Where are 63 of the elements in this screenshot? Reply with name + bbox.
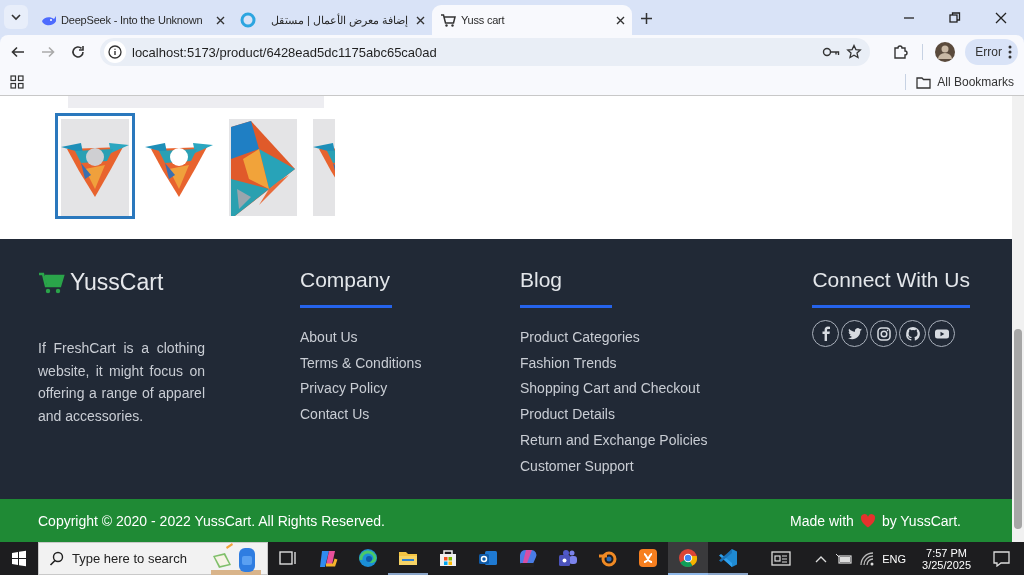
more-icon: [1008, 45, 1012, 59]
bookmarks-folder[interactable]: All Bookmarks: [912, 74, 1018, 90]
cart-icon: [38, 270, 66, 294]
news-button[interactable]: [769, 550, 794, 567]
footer-link[interactable]: Fashion Trends: [520, 350, 813, 377]
app-icon: [637, 546, 659, 569]
windows-logo-icon: [11, 550, 27, 567]
made-with-text: Made with: [790, 512, 854, 529]
search-bar[interactable]: Type here to search: [38, 542, 268, 575]
camera-icon: [875, 325, 892, 342]
search-input[interactable]: Type here to search: [72, 551, 203, 566]
author-text: by YussCart.: [881, 512, 961, 529]
footer-link[interactable]: Privacy Policy: [300, 376, 520, 403]
ring-icon: [240, 12, 256, 28]
column-heading: Connect With Us: [812, 267, 970, 293]
cart-icon: [440, 12, 456, 28]
newspaper-icon: [771, 550, 792, 567]
reload-icon: [70, 44, 86, 60]
apps-grid-icon[interactable]: [8, 73, 26, 91]
back-icon: [10, 44, 26, 60]
footer-link[interactable]: Shopping Cart and Checkout: [520, 376, 813, 403]
browser-tab[interactable]: إضافة معرض الأعمال | مستقل: [232, 5, 432, 35]
footer-link[interactable]: Product Details: [520, 402, 813, 428]
cat-icon: [904, 325, 921, 342]
bird-icon: [846, 325, 863, 342]
battery-icon[interactable]: [835, 552, 854, 565]
new-tab-button[interactable]: [638, 10, 655, 27]
browser-button[interactable]: [668, 542, 708, 575]
scrollbar-thumb[interactable]: [1014, 329, 1022, 529]
backpack-drawing: [211, 542, 261, 575]
footer-link[interactable]: Product Categories: [520, 325, 813, 351]
footer-link[interactable]: Return and Exchange Policies: [520, 427, 813, 454]
brand-name: YussCart: [70, 268, 164, 296]
copyright-text: Copyright © 2020 - 2022 YussCart. All Rights Reserved.: [38, 512, 385, 529]
footer-link[interactable]: Terms & Conditions: [300, 350, 520, 377]
footer-link[interactable]: About Us: [300, 325, 520, 351]
forward-icon: [40, 44, 56, 60]
browser-tab[interactable]: DeepSeek - Into the Unknown: [32, 5, 232, 35]
restore-icon: [949, 11, 961, 24]
footer-description: If FreshCart is a clothing website, it might focus on offering a range of apparel and accessories.: [38, 339, 205, 426]
browser-icon: [677, 546, 699, 569]
wifi-icon[interactable]: [859, 551, 875, 566]
footer-link[interactable]: Customer Support: [520, 453, 813, 480]
profile-button[interactable]: Error: [965, 39, 1018, 65]
language-indicator[interactable]: ENG: [880, 552, 909, 565]
thumbnail[interactable]: [55, 113, 135, 219]
search-icon: [49, 551, 64, 566]
column-heading: Company: [300, 267, 391, 293]
code-editor-icon: [717, 546, 739, 569]
puzzle-piece-icon: [892, 44, 909, 60]
footer-link[interactable]: Contact Us: [300, 402, 520, 428]
wave-icon: [357, 546, 379, 569]
column-heading: Blog: [520, 267, 564, 293]
heart-icon: [859, 512, 876, 529]
address-bar[interactable]: localhost:5173/product/6428ead5dc1175abc65ca0ad: [100, 38, 871, 66]
close-icon: [995, 11, 1007, 24]
tab-search-button[interactable]: [4, 5, 28, 29]
star-icon[interactable]: [846, 44, 863, 60]
clock[interactable]: 7:57 PM 3/25/2025: [914, 546, 979, 571]
browser-tab[interactable]: Yuss cart: [432, 5, 632, 35]
info-icon[interactable]: [108, 45, 122, 59]
folder-icon: [916, 74, 932, 90]
speech-bubble-icon: [993, 550, 1010, 567]
